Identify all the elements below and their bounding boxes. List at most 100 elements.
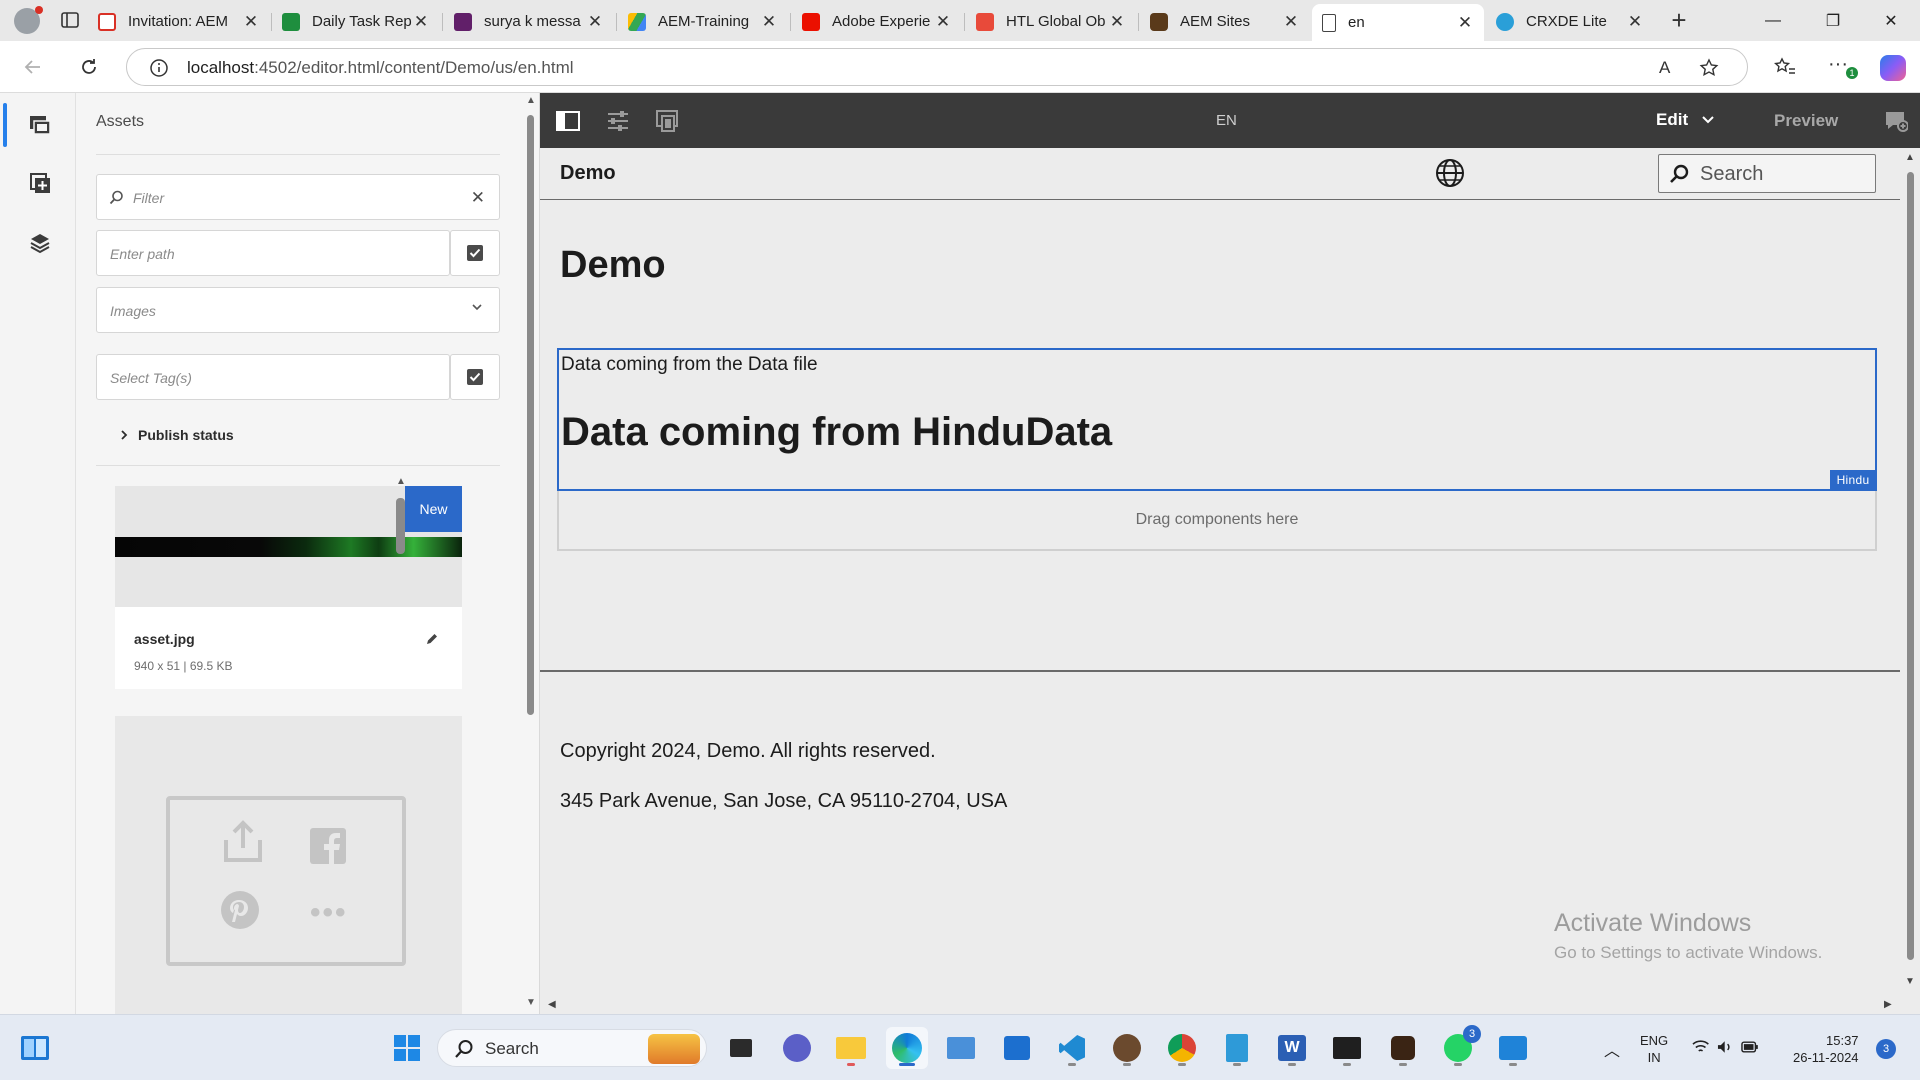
scroll-thumb[interactable] — [527, 115, 534, 715]
chevron-up-icon[interactable]: ︿ — [1604, 1037, 1620, 1061]
asset-thumbnail[interactable]: New — [115, 486, 462, 607]
publish-status-toggle[interactable]: Publish status — [118, 427, 234, 443]
asset-card[interactable]: New asset.jpg 940 x 51 | 69.5 KB — [115, 486, 462, 689]
scroll-thumb[interactable] — [396, 498, 405, 554]
address-bar[interactable]: localhost:4502/editor.html/content/Demo/… — [126, 48, 1748, 86]
tab-actions-icon[interactable] — [60, 10, 80, 30]
copilot-icon[interactable] — [1880, 55, 1906, 81]
scroll-down-icon[interactable]: ▼ — [1905, 976, 1915, 987]
scroll-thumb[interactable] — [1907, 172, 1914, 960]
site-search-input[interactable]: Search — [1658, 154, 1876, 193]
scroll-up-icon[interactable]: ▲ — [396, 476, 406, 487]
path-input[interactable]: Enter path — [96, 230, 450, 276]
annotations-button[interactable] — [1882, 107, 1910, 135]
close-icon[interactable]: ✕ — [1456, 13, 1474, 33]
assets-rail-button[interactable] — [20, 105, 60, 145]
asset-meta: 940 x 51 | 69.5 KB — [134, 659, 233, 673]
scroll-up-icon[interactable]: ▲ — [526, 95, 536, 106]
favorite-star-icon[interactable] — [1699, 58, 1719, 78]
restore-button[interactable]: ❐ — [1810, 0, 1856, 41]
vscode-app[interactable] — [1051, 1027, 1093, 1069]
media-player-app[interactable] — [1492, 1027, 1534, 1069]
content-tree-rail-button[interactable] — [20, 223, 60, 263]
tab-daily-task[interactable]: Daily Task Rep ✕ — [272, 5, 440, 38]
site-info-icon[interactable] — [149, 58, 169, 78]
mode-selector[interactable]: Edit — [1656, 110, 1714, 130]
close-icon[interactable]: ✕ — [1626, 12, 1644, 32]
task-view-button[interactable] — [720, 1027, 762, 1069]
globe-icon[interactable] — [1435, 158, 1465, 188]
filter-input[interactable]: Filter ✕ — [96, 174, 500, 220]
taskbar-search[interactable]: Search — [437, 1029, 707, 1067]
path-select-button[interactable] — [450, 230, 500, 276]
clear-filter-icon[interactable]: ✕ — [471, 188, 485, 208]
refresh-button[interactable] — [72, 50, 106, 84]
media-app[interactable] — [1106, 1027, 1148, 1069]
clock[interactable]: 15:37 26-11-2024 — [1793, 1032, 1859, 1066]
widgets-button[interactable] — [14, 1027, 56, 1069]
close-icon[interactable]: ✕ — [934, 12, 952, 32]
notification-count[interactable]: 3 — [1876, 1039, 1896, 1059]
close-icon[interactable]: ✕ — [242, 12, 260, 32]
asset-type-select[interactable]: Images — [96, 287, 500, 333]
hindu-component[interactable]: Data coming from the Data file Data comi… — [557, 348, 1877, 491]
word-app[interactable]: W — [1271, 1027, 1313, 1069]
data-file-text: Data coming from the Data file — [561, 354, 818, 375]
scroll-up-icon[interactable]: ▲ — [1905, 152, 1915, 163]
scroll-right-icon[interactable]: ▶ — [1884, 999, 1892, 1010]
tab-crxde[interactable]: CRXDE Lite ✕ — [1486, 5, 1654, 38]
more-options-icon[interactable]: ··· — [1828, 53, 1848, 76]
whatsapp-app[interactable]: 3 — [1437, 1025, 1481, 1069]
asset-card-placeholder[interactable]: ••• — [115, 716, 462, 1014]
editor-horizontal-scrollbar[interactable]: ◀ ▶ — [540, 997, 1900, 1014]
scroll-left-icon[interactable]: ◀ — [548, 999, 556, 1010]
tab-aem-sites[interactable]: AEM Sites ✕ — [1140, 5, 1310, 38]
site-name[interactable]: Demo — [560, 162, 616, 185]
components-rail-button[interactable] — [20, 163, 60, 203]
edge-app[interactable] — [886, 1027, 928, 1069]
notepad-app[interactable] — [1216, 1027, 1258, 1069]
favorites-icon[interactable] — [1774, 57, 1796, 77]
tab-htl-global[interactable]: HTL Global Ob ✕ — [966, 5, 1136, 38]
chrome-app[interactable] — [1161, 1027, 1203, 1069]
profile-avatar[interactable] — [14, 6, 43, 34]
remote-desktop-app[interactable] — [940, 1027, 982, 1069]
input-language[interactable]: ENG IN — [1640, 1032, 1668, 1066]
tab-aem-training[interactable]: AEM-Training ✕ — [618, 5, 788, 38]
tab-slack[interactable]: surya k messa ✕ — [444, 5, 614, 38]
scroll-down-icon[interactable]: ▼ — [526, 997, 536, 1008]
file-explorer-app[interactable] — [830, 1027, 872, 1069]
panel-scrollbar[interactable]: ▲ ▼ — [524, 95, 536, 1011]
page-title[interactable]: Demo — [560, 244, 666, 287]
toggle-side-panel-button[interactable] — [554, 107, 582, 135]
close-icon[interactable]: ✕ — [760, 12, 778, 32]
close-icon[interactable]: ✕ — [1108, 12, 1126, 32]
close-icon[interactable]: ✕ — [412, 12, 430, 32]
new-tab-button[interactable]: + — [1666, 7, 1692, 34]
aem-app[interactable] — [1382, 1027, 1424, 1069]
preview-button[interactable]: Preview — [1774, 111, 1838, 131]
back-button[interactable] — [16, 50, 50, 84]
close-icon[interactable]: ✕ — [1282, 12, 1300, 32]
drop-zone[interactable]: Drag components here — [557, 491, 1877, 551]
minimize-button[interactable]: — — [1750, 0, 1796, 41]
store-app[interactable] — [996, 1027, 1038, 1069]
tab-en-active[interactable]: en ✕ — [1312, 4, 1484, 41]
tags-select-button[interactable] — [450, 354, 500, 400]
close-icon[interactable]: ✕ — [586, 12, 604, 32]
start-button[interactable] — [386, 1027, 428, 1069]
system-tray[interactable] — [1692, 1037, 1758, 1057]
edit-pencil-icon[interactable] — [425, 632, 439, 646]
page-properties-button[interactable] — [604, 107, 632, 135]
close-window-button[interactable]: ✕ — [1868, 0, 1914, 41]
read-aloud-icon[interactable]: A — [1659, 58, 1670, 78]
tags-input[interactable]: Select Tag(s) — [96, 354, 450, 400]
tab-invitation[interactable]: Invitation: AEM ✕ — [88, 5, 270, 38]
editor-vertical-scrollbar[interactable]: ▲ ▼ — [1900, 148, 1920, 997]
emulator-button[interactable] — [654, 107, 682, 135]
url-text[interactable]: localhost:4502/editor.html/content/Demo/… — [187, 58, 574, 78]
asset-list-scrollbar[interactable]: ▲ — [394, 476, 406, 1014]
chat-app[interactable] — [776, 1027, 818, 1069]
tab-adobe-experience[interactable]: Adobe Experie ✕ — [792, 5, 962, 38]
terminal-app[interactable] — [1326, 1027, 1368, 1069]
